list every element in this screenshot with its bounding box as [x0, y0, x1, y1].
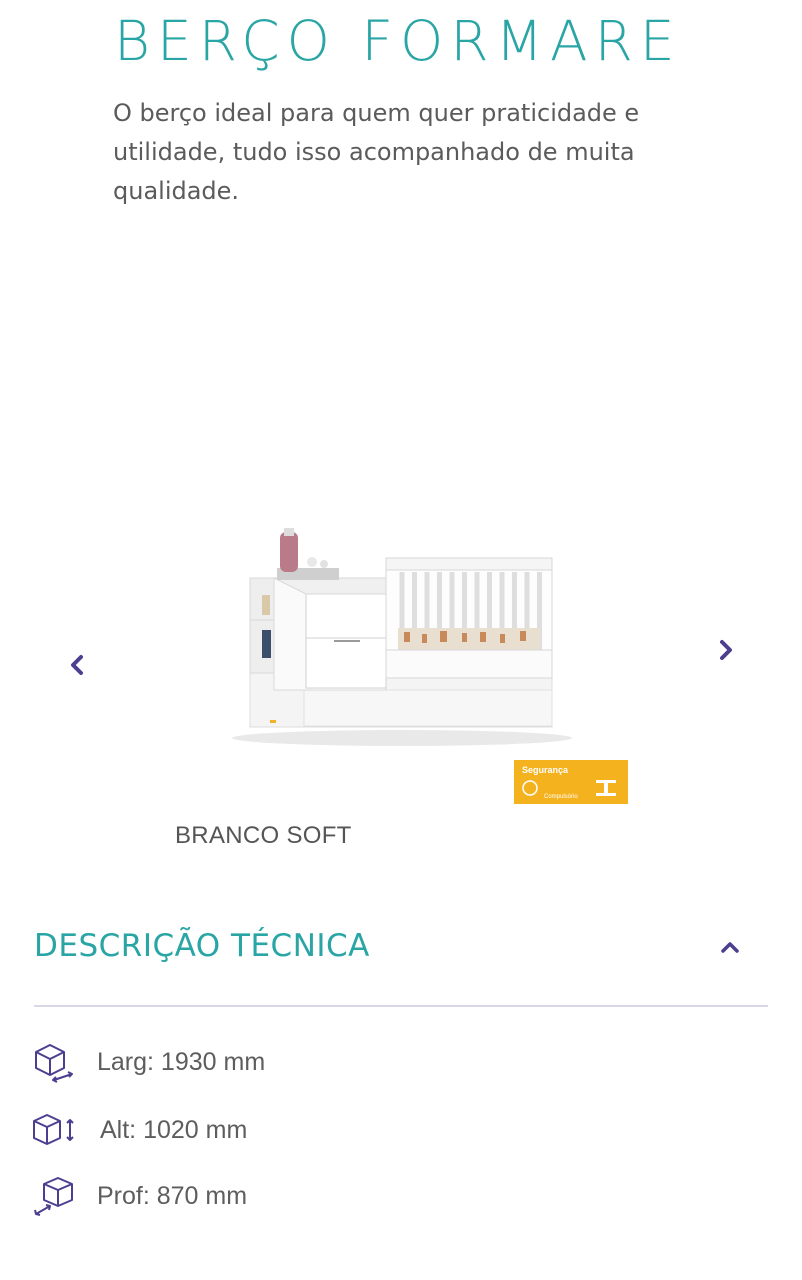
technical-description-toggle[interactable]: DESCRIÇÃO TÉCNICA — [34, 928, 768, 972]
spec-depth-text: Prof: 870 mm — [97, 1182, 248, 1210]
spec-width-text: Larg: 1930 mm — [97, 1048, 266, 1076]
product-description: O berço ideal para quem quer praticidade… — [113, 99, 640, 205]
spec-width: Larg: 1930 mm — [30, 1040, 530, 1084]
spec-height-text: Alt: 1020 mm — [100, 1116, 248, 1144]
crib-image — [232, 528, 572, 746]
gallery-next-button[interactable] — [709, 633, 743, 667]
section-divider — [34, 1005, 768, 1007]
badge-subtitle: Compulsório — [544, 794, 578, 800]
chevron-left-icon — [71, 655, 83, 675]
color-name-label: BRANCO SOFT — [175, 822, 352, 849]
gallery-prev-button[interactable] — [60, 648, 94, 682]
chevron-up-icon — [721, 942, 739, 953]
badge-title: Segurança — [522, 765, 569, 775]
spec-height: Alt: 1020 mm — [30, 1108, 530, 1152]
box-height-icon — [33, 1114, 74, 1145]
product-gallery: Segurança Compulsório — [0, 480, 802, 804]
chevron-right-icon — [720, 640, 732, 660]
box-width-icon — [35, 1044, 73, 1083]
page-title: BERÇO FORMARE — [114, 9, 682, 73]
spec-depth: Prof: 870 mm — [30, 1174, 530, 1218]
safety-badge: Segurança Compulsório — [514, 760, 628, 804]
section-title: DESCRIÇÃO TÉCNICA — [34, 928, 370, 964]
box-depth-icon — [34, 1177, 73, 1216]
